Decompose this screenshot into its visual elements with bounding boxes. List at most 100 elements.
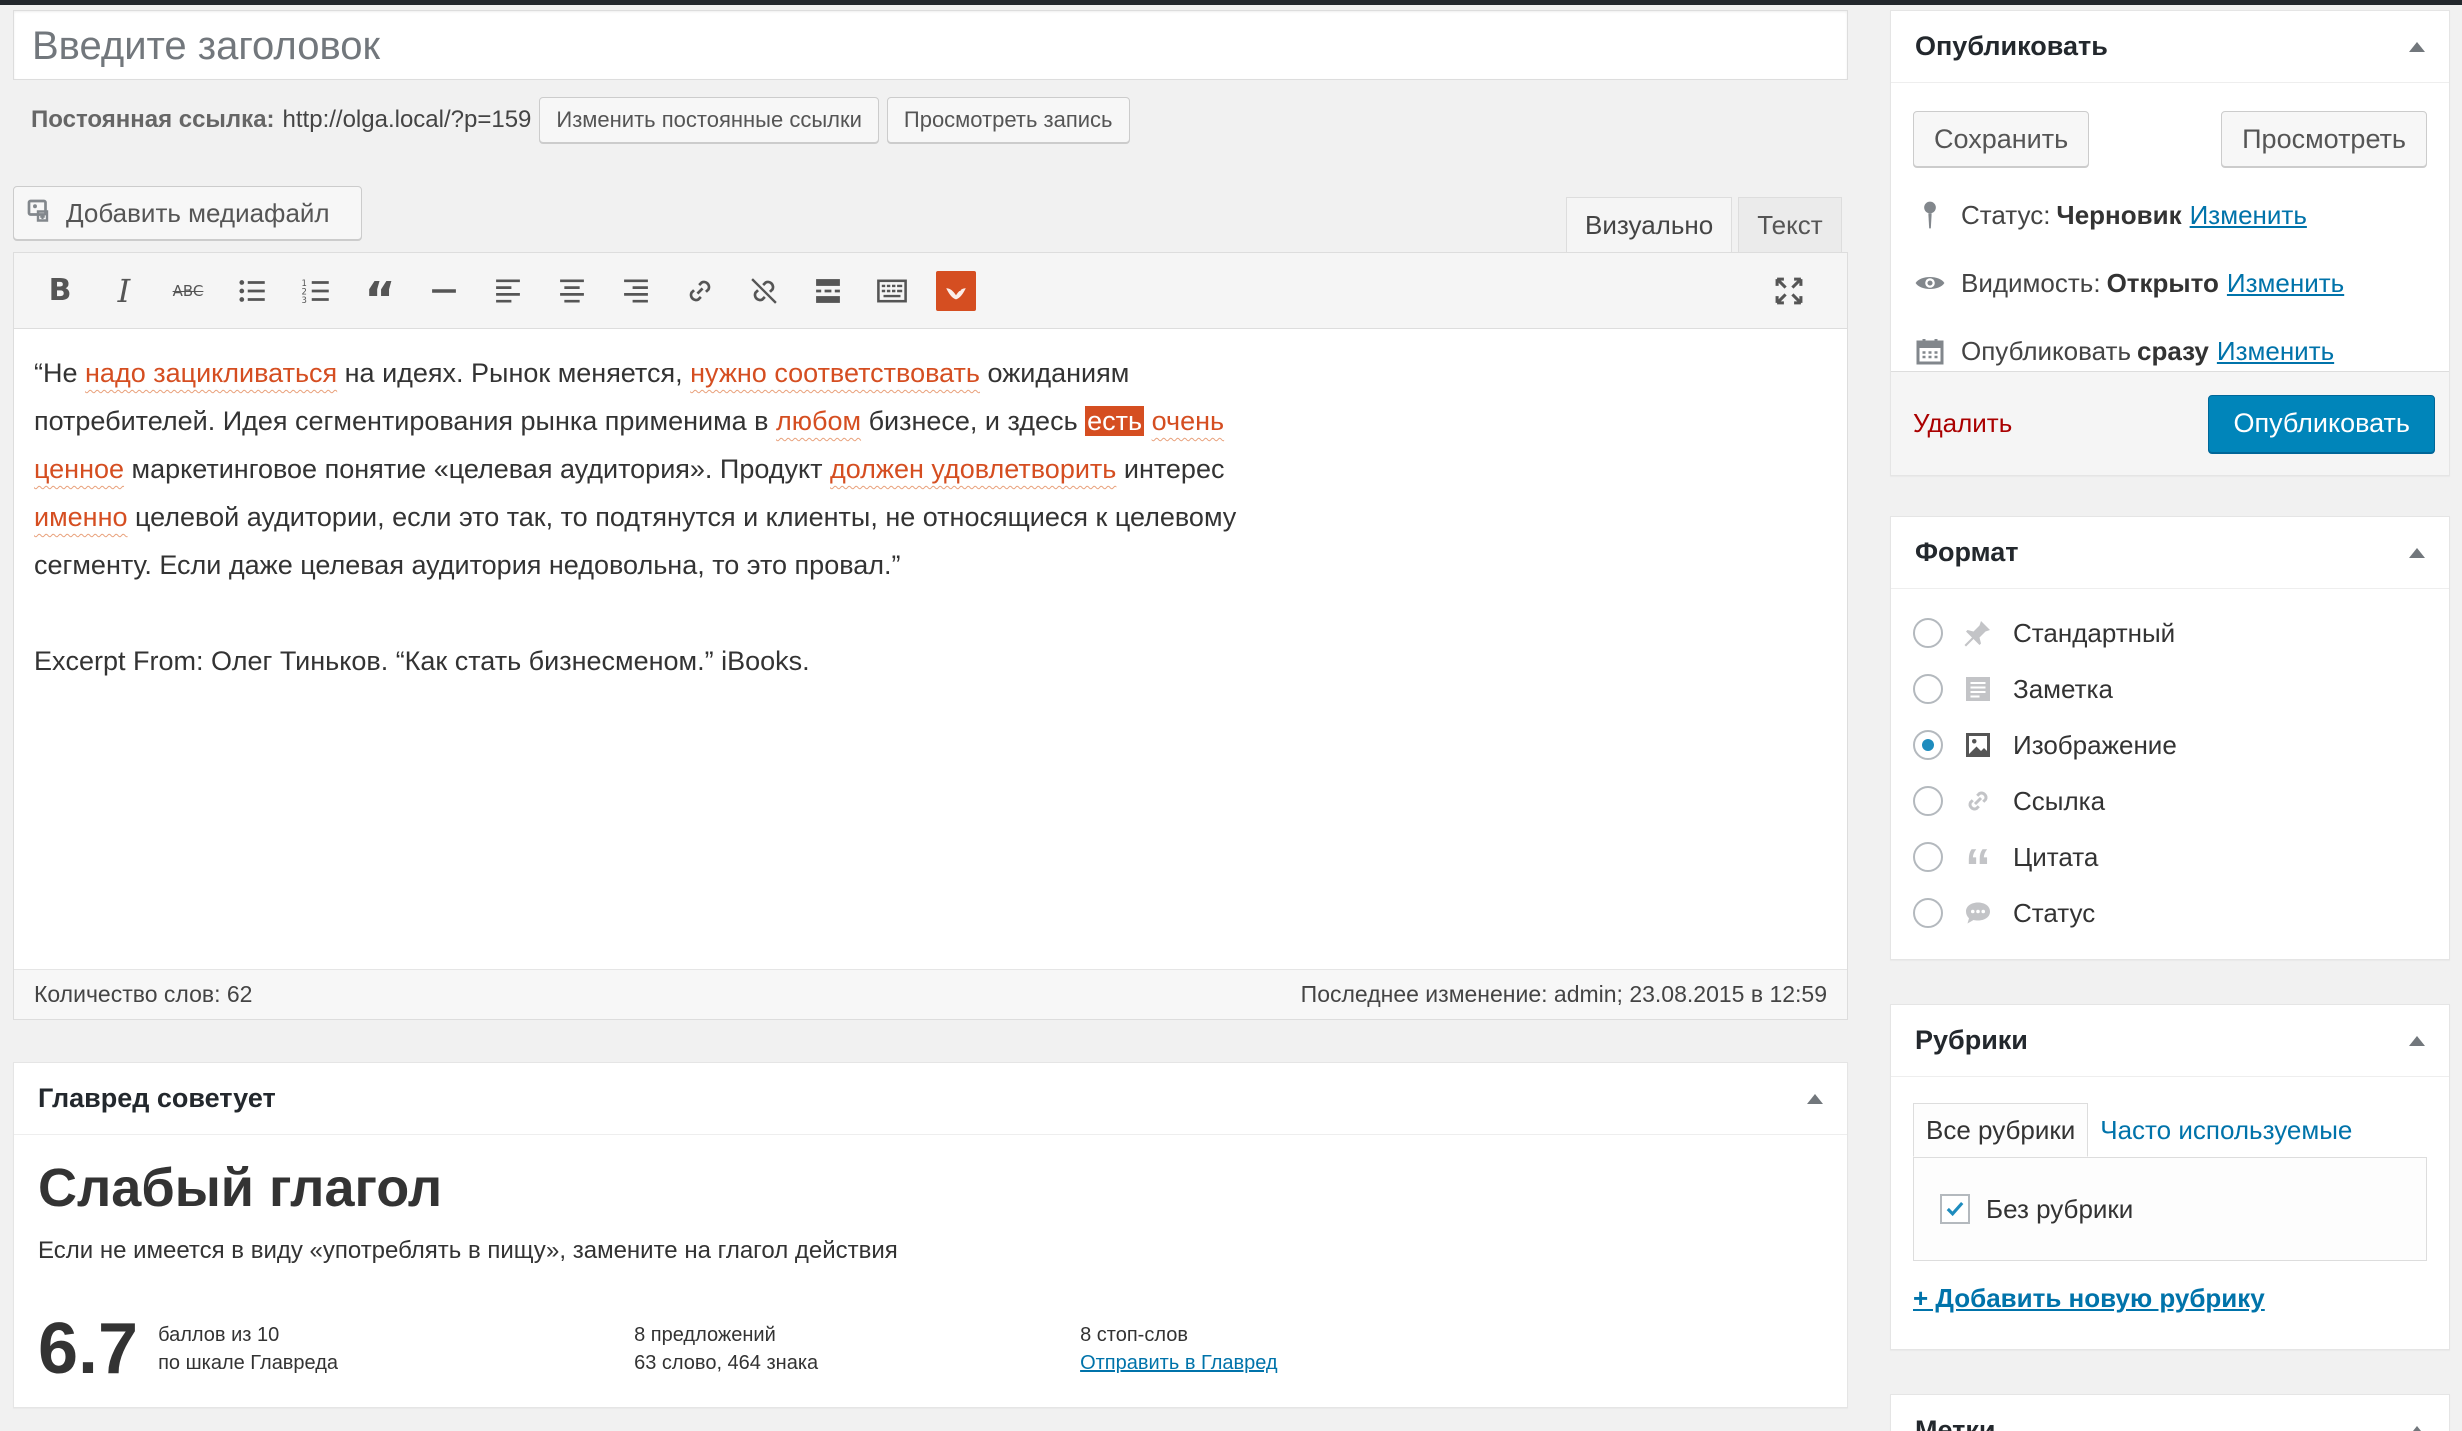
collapse-arrow-icon[interactable] xyxy=(2409,1425,2425,1431)
edit-status-link[interactable]: Изменить xyxy=(2190,200,2307,231)
glavred-score: 6.7 xyxy=(38,1309,139,1389)
format-radio[interactable] xyxy=(1913,618,1943,648)
word-char-count: 63 слово, 464 знака xyxy=(634,1352,819,1374)
format-option-label: Ссылка xyxy=(2013,785,2106,816)
remove-link-icon[interactable] xyxy=(738,265,790,317)
category-label: Без рубрики xyxy=(1986,1193,2134,1224)
edit-visibility-link[interactable]: Изменить xyxy=(2227,268,2344,299)
numbered-list-icon[interactable]: 123 xyxy=(290,265,342,317)
tags-header[interactable]: Метки xyxy=(1891,1395,2449,1431)
media-icon xyxy=(26,195,56,232)
tab-visual[interactable]: Визуально xyxy=(1566,197,1733,253)
categories-title: Рубрики xyxy=(1915,1025,2028,1055)
edit-schedule-link[interactable]: Изменить xyxy=(2217,336,2334,367)
glavred-header[interactable]: Главред советует xyxy=(14,1063,1847,1135)
quote-glyph: “ xyxy=(364,271,396,328)
bullet-list-icon[interactable] xyxy=(226,265,278,317)
blockquote-icon[interactable]: “ xyxy=(354,265,406,324)
format-header[interactable]: Формат xyxy=(1891,517,2449,589)
format-option-label: Заметка xyxy=(2013,673,2113,704)
publish-footer: Удалить Опубликовать xyxy=(1891,371,2449,475)
publish-button[interactable]: Опубликовать xyxy=(2208,394,2435,453)
strikethrough-icon[interactable]: ABC xyxy=(162,265,214,317)
send-to-glavred-link[interactable]: Отправить в Главред xyxy=(1080,1352,1278,1374)
highlighted-phrase[interactable]: именно xyxy=(34,502,128,532)
format-option-label: Стандартный xyxy=(2013,617,2176,648)
format-radio[interactable] xyxy=(1913,674,1943,704)
content-paragraph: “Не надо зацикливаться на идеях. Рынок м… xyxy=(34,349,1294,589)
category-checkbox[interactable] xyxy=(1940,1194,1970,1224)
glavred-heading: Слабый глагол xyxy=(38,1158,443,1218)
content-paragraph-excerpt: Excerpt From: Олег Тиньков. “Как стать б… xyxy=(34,646,810,676)
format-option-standard[interactable]: Стандартный xyxy=(1913,605,2427,661)
highlighted-phrase[interactable]: надо зацикливаться xyxy=(85,358,337,388)
schedule-value: сразу xyxy=(2137,335,2209,366)
highlighted-phrase[interactable]: нужно соответствовать xyxy=(690,358,980,388)
format-option-label: Статус xyxy=(2013,897,2096,928)
collapse-arrow-icon[interactable] xyxy=(2409,547,2425,558)
insert-link-icon[interactable] xyxy=(674,265,726,317)
post-title-input[interactable]: Введите заголовок xyxy=(13,10,1848,80)
categories-header[interactable]: Рубрики xyxy=(1891,1005,2449,1077)
editor-content[interactable]: “Не надо зацикливаться на идеях. Рынок м… xyxy=(14,329,1314,685)
tab-all-categories[interactable]: Все рубрики xyxy=(1913,1103,2089,1157)
highlighted-phrase[interactable]: любом xyxy=(776,406,861,436)
permalink-label: Постоянная ссылка: xyxy=(31,106,275,133)
italic-glyph: I xyxy=(117,271,131,310)
publish-header[interactable]: Опубликовать xyxy=(1891,11,2449,83)
tags-title: Метки xyxy=(1915,1415,1996,1431)
format-radio-selected[interactable] xyxy=(1913,730,1943,760)
publish-box: Опубликовать Сохранить Просмотреть Стату… xyxy=(1890,10,2450,476)
last-edited: Последнее изменение: admin; 23.08.2015 в… xyxy=(1300,981,1827,1007)
calendar-icon xyxy=(1913,334,1947,368)
format-option-note[interactable]: Заметка xyxy=(1913,661,2427,717)
glavred-panel: Главред советует Слабый глагол Если не и… xyxy=(13,1062,1848,1408)
read-more-icon[interactable] xyxy=(802,265,854,317)
save-draft-button[interactable]: Сохранить xyxy=(1913,111,2090,167)
visibility-label: Видимость: xyxy=(1961,267,2101,298)
format-option-image[interactable]: Изображение xyxy=(1913,717,2427,773)
bold-icon[interactable]: B xyxy=(34,265,86,317)
tab-text[interactable]: Текст xyxy=(1738,197,1842,253)
format-option-link[interactable]: Ссылка xyxy=(1913,773,2427,829)
visibility-value: Открыто xyxy=(2106,267,2219,298)
change-permalink-button[interactable]: Изменить постоянные ссылки xyxy=(539,97,879,143)
svg-text:3: 3 xyxy=(302,295,307,305)
add-media-label: Добавить медиафайл xyxy=(66,197,330,228)
toolbar-toggle-icon[interactable] xyxy=(866,265,918,317)
schedule-label: Опубликовать xyxy=(1961,335,2132,366)
selected-highlight[interactable]: есть xyxy=(1085,406,1145,436)
align-left-icon[interactable] xyxy=(482,265,534,317)
format-radio[interactable] xyxy=(1913,842,1943,872)
add-new-category-link[interactable]: + Добавить новую рубрику xyxy=(1913,1283,2265,1314)
view-post-button[interactable]: Просмотреть запись xyxy=(886,97,1130,143)
editor-tabs: Визуально Текст xyxy=(1566,197,1842,253)
italic-icon[interactable]: I xyxy=(98,265,150,317)
collapse-arrow-icon[interactable] xyxy=(1807,1093,1823,1104)
tab-popular-categories[interactable]: Часто используемые xyxy=(2088,1103,2364,1157)
collapse-arrow-icon[interactable] xyxy=(2409,1035,2425,1046)
fullscreen-icon[interactable] xyxy=(1763,265,1815,317)
collapse-arrow-icon[interactable] xyxy=(2409,41,2425,52)
permalink-url[interactable]: http://olga.local/?p=159 xyxy=(283,106,532,134)
format-radio[interactable] xyxy=(1913,786,1943,816)
categories-list: Без рубрики xyxy=(1913,1157,2427,1261)
text-run: целевой аудитории, если это так, то подт… xyxy=(34,502,1237,580)
align-right-icon[interactable] xyxy=(610,265,662,317)
move-to-trash-link[interactable]: Удалить xyxy=(1913,408,2012,439)
permalink-row: Постоянная ссылка: http://olga.local/?p=… xyxy=(31,97,1138,143)
preview-button[interactable]: Просмотреть xyxy=(2221,111,2427,167)
glavred-plugin-icon[interactable] xyxy=(936,270,976,311)
format-options: Стандартный Заметка Изображение Ссылка “… xyxy=(1891,589,2449,941)
align-center-icon[interactable] xyxy=(546,265,598,317)
publish-title: Опубликовать xyxy=(1915,31,2108,61)
highlighted-phrase[interactable]: должен удовлетворить xyxy=(830,454,1116,484)
glavred-description: Если не имеется в виду «употреблять в пи… xyxy=(38,1237,898,1264)
format-radio[interactable] xyxy=(1913,898,1943,928)
quote-icon: “ xyxy=(1965,839,1991,897)
format-option-quote[interactable]: “ Цитата xyxy=(1913,829,2427,897)
horizontal-line-icon[interactable] xyxy=(418,265,470,317)
score-caption-line2: по шкале Главреда xyxy=(158,1352,339,1374)
add-media-button[interactable]: Добавить медиафайл xyxy=(13,186,362,240)
image-icon xyxy=(1961,728,1995,762)
